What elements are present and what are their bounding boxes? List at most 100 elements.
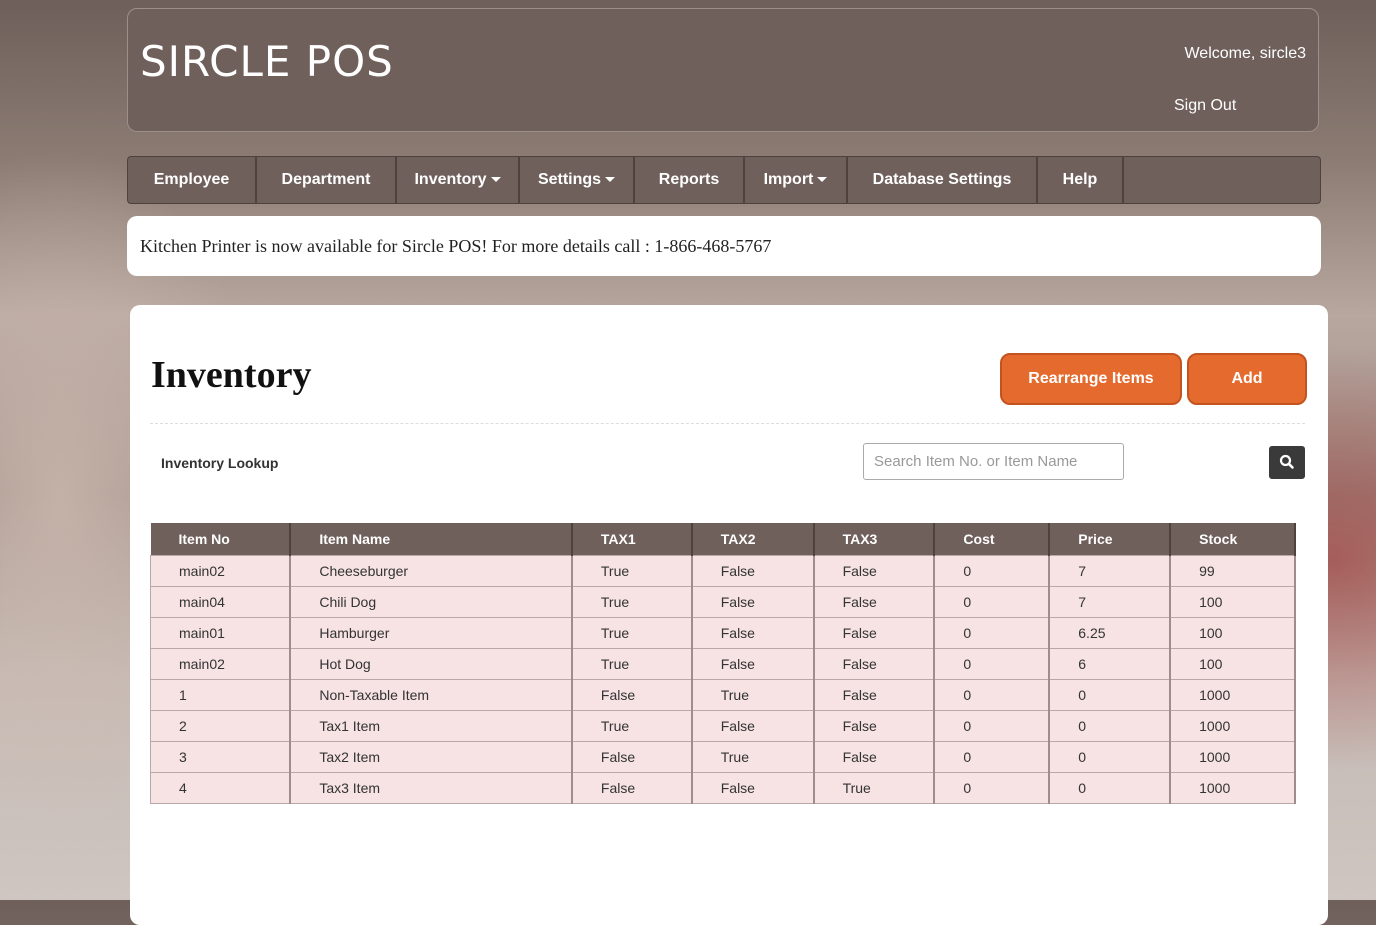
cell-tax2: False (691, 709, 815, 742)
table-row[interactable]: main02 Hot Dog True False False 0 6 100 (150, 647, 1296, 680)
column-header-tax1[interactable]: TAX1 (571, 523, 693, 555)
cell-price: 0 (1048, 678, 1172, 711)
cell-cost: 0 (933, 709, 1051, 742)
cell-stock: 1000 (1169, 709, 1296, 742)
cell-tax1: False (571, 771, 693, 804)
cell-stock: 1000 (1169, 771, 1296, 804)
cell-item-name: Hamburger (289, 616, 573, 649)
cell-stock: 100 (1169, 616, 1296, 649)
nav-item-reports[interactable]: Reports (635, 157, 745, 203)
cell-tax2: False (691, 554, 815, 587)
cell-tax1: True (571, 647, 693, 680)
nav-item-database-settings[interactable]: Database Settings (848, 157, 1038, 203)
chevron-down-icon (490, 177, 501, 183)
table-row[interactable]: 1 Non-Taxable Item False True False 0 0 … (150, 678, 1296, 711)
table-row[interactable]: 4 Tax3 Item False False True 0 0 1000 (150, 771, 1296, 804)
cell-cost: 0 (933, 740, 1051, 773)
cell-stock: 100 (1169, 585, 1296, 618)
cell-price: 0 (1048, 709, 1172, 742)
cell-tax2: False (691, 616, 815, 649)
cell-item-no: 4 (150, 771, 292, 804)
column-header-tax2[interactable]: TAX2 (691, 523, 815, 555)
inventory-lookup-label: Inventory Lookup (161, 455, 279, 471)
rearrange-items-button[interactable]: Rearrange Items (1000, 353, 1182, 405)
cell-tax2: False (691, 771, 815, 804)
nav-item-department[interactable]: Department (257, 157, 397, 203)
cell-tax3: False (813, 678, 936, 711)
cell-stock: 100 (1169, 647, 1296, 680)
cell-item-no: main01 (150, 616, 292, 649)
cell-tax3: False (813, 740, 936, 773)
cell-tax2: False (691, 647, 815, 680)
cell-stock: 1000 (1169, 678, 1296, 711)
chevron-down-icon (605, 177, 616, 183)
inventory-panel: Inventory Rearrange Items Add Inventory … (130, 305, 1328, 925)
cell-item-name: Non-Taxable Item (289, 678, 573, 711)
nav-item-inventory[interactable]: Inventory (397, 157, 520, 203)
cell-tax3: False (813, 709, 936, 742)
cell-item-no: main02 (150, 554, 292, 587)
cell-item-name: Chili Dog (289, 585, 573, 618)
cell-price: 0 (1048, 771, 1172, 804)
cell-tax3: False (813, 616, 936, 649)
cell-stock: 1000 (1169, 740, 1296, 773)
cell-tax1: False (571, 740, 693, 773)
table-header-row: Item No Item Name TAX1 TAX2 TAX3 Cost Pr… (150, 523, 1296, 555)
cell-price: 0 (1048, 740, 1172, 773)
search-icon (1279, 454, 1294, 469)
cell-item-no: 2 (150, 709, 292, 742)
column-header-cost[interactable]: Cost (934, 523, 1051, 555)
cell-item-no: 1 (150, 678, 292, 711)
sign-out-link[interactable]: Sign Out (1174, 97, 1236, 115)
cell-tax3: False (813, 585, 936, 618)
table-row[interactable]: main02 Cheeseburger True False False 0 7… (150, 554, 1296, 587)
table-row[interactable]: main01 Hamburger True False False 0 6.25… (150, 616, 1296, 649)
column-header-item-name[interactable]: Item Name (290, 523, 573, 555)
cell-tax2: True (691, 678, 815, 711)
cell-stock: 99 (1169, 554, 1296, 587)
cell-tax1: True (571, 616, 693, 649)
cell-cost: 0 (933, 647, 1051, 680)
search-button[interactable] (1269, 446, 1305, 479)
cell-price: 6 (1048, 647, 1172, 680)
nav-item-settings[interactable]: Settings (520, 157, 635, 203)
cell-item-no: main02 (150, 647, 292, 680)
cell-tax2: True (691, 740, 815, 773)
cell-cost: 0 (933, 554, 1051, 587)
column-header-stock[interactable]: Stock (1170, 523, 1296, 555)
cell-price: 7 (1048, 585, 1172, 618)
cell-item-name: Tax3 Item (289, 771, 573, 804)
inventory-table: Item No Item Name TAX1 TAX2 TAX3 Cost Pr… (150, 523, 1296, 804)
cell-item-no: 3 (150, 740, 292, 773)
table-row[interactable]: main04 Chili Dog True False False 0 7 10… (150, 585, 1296, 618)
cell-tax1: True (571, 554, 693, 587)
table-row[interactable]: 3 Tax2 Item False True False 0 0 1000 (150, 740, 1296, 773)
divider (150, 423, 1305, 424)
cell-item-name: Hot Dog (289, 647, 573, 680)
table-row[interactable]: 2 Tax1 Item True False False 0 0 1000 (150, 709, 1296, 742)
welcome-text: Welcome, sircle3 (1184, 45, 1306, 62)
announcement-banner: Kitchen Printer is now available for Sir… (127, 216, 1321, 276)
column-header-price[interactable]: Price (1049, 523, 1172, 555)
add-button[interactable]: Add (1187, 353, 1307, 405)
cell-tax2: False (691, 585, 815, 618)
cell-tax1: True (571, 709, 693, 742)
cell-price: 7 (1048, 554, 1172, 587)
cell-cost: 0 (933, 585, 1051, 618)
cell-cost: 0 (933, 771, 1051, 804)
app-header: SIRCLE POS Welcome, sircle3 Sign Out (127, 8, 1319, 132)
page-title: Inventory (151, 354, 312, 396)
cell-price: 6.25 (1048, 616, 1172, 649)
cell-item-name: Tax1 Item (289, 709, 573, 742)
column-header-tax3[interactable]: TAX3 (813, 523, 936, 555)
column-header-item-no[interactable]: Item No (150, 523, 292, 555)
cell-item-name: Cheeseburger (289, 554, 573, 587)
cell-tax3: True (813, 771, 936, 804)
cell-tax1: True (571, 585, 693, 618)
nav-item-help[interactable]: Help (1038, 157, 1124, 203)
nav-item-employee[interactable]: Employee (128, 157, 257, 203)
chevron-down-icon (817, 177, 828, 183)
search-input[interactable] (863, 443, 1124, 480)
cell-item-name: Tax2 Item (289, 740, 573, 773)
nav-item-import[interactable]: Import (745, 157, 848, 203)
